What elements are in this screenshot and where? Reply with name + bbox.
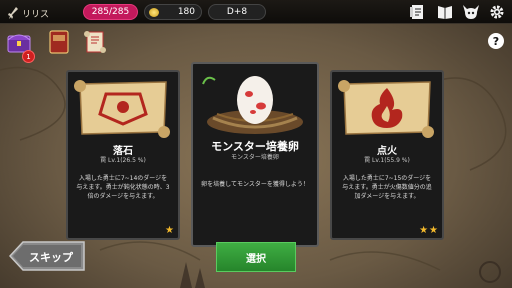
card-rating: ★ ★ — [419, 226, 438, 236]
book-icon[interactable] — [436, 3, 454, 21]
top-bar: リリス 285/285 180 D+8 — [0, 0, 512, 24]
card-trap-ignite[interactable]: 点火 罠 Lv.1(55.9 %) 入場した勇士に7~15のダージを与えます。勇… — [330, 70, 444, 240]
gold-display: 180 — [144, 4, 202, 20]
scroll-icon[interactable] — [82, 28, 108, 56]
player-name: リリス — [22, 10, 50, 20]
demon-head-icon[interactable] — [462, 3, 480, 21]
spellbook-icon[interactable] — [46, 28, 72, 56]
card-description: 入場した勇士に7~14のダージを与えます。勇士が鈍化状態の時、3倍のダメージを与… — [76, 175, 170, 200]
player-info: リリス — [8, 4, 49, 23]
card-monster-egg[interactable]: モンスター培養卵 モンスター培養卵 卵を培養してモンスターを獲得しよう！ — [191, 62, 319, 247]
card-subtitle: モンスター培養卵 — [231, 154, 279, 161]
quest-card-icon[interactable] — [408, 3, 426, 21]
select-button[interactable]: 選択 — [216, 242, 296, 272]
coin-icon — [149, 8, 159, 17]
skip-button[interactable]: スキップ — [9, 241, 85, 271]
scroll-trap-icon — [68, 74, 178, 142]
scroll-fire-icon — [332, 74, 442, 142]
card-description: 卵を培養してモンスターを獲得しよう！ — [201, 181, 309, 188]
help-button[interactable]: ? — [488, 33, 504, 49]
floor-display: D+8 — [208, 4, 266, 20]
gold-value: 180 — [177, 7, 195, 17]
skip-label: スキップ — [29, 251, 73, 264]
card-rating: ★ — [165, 226, 174, 236]
card-trap-rockfall[interactable]: 落石 罠 Lv.1(26.5 %) 入場した勇士に7~14のダージを与えます。勇… — [66, 70, 180, 240]
item-badge: 1 — [22, 50, 35, 63]
star-icon: ★ — [419, 225, 429, 236]
sword-icon — [8, 4, 18, 23]
egg-nest-icon — [193, 66, 317, 134]
star-icon: ★ — [165, 225, 174, 236]
card-subtitle: 罠 Lv.1(55.9 %) — [364, 157, 410, 164]
gear-icon[interactable] — [488, 3, 506, 21]
card-description: 入場した勇士に7~15のダージを与えます。勇士が火傷数値分の追加ダメージを与えま… — [342, 175, 432, 200]
star-icon: ★ — [429, 225, 438, 236]
hp-display: 285/285 — [83, 4, 138, 20]
card-subtitle: 罠 Lv.1(26.5 %) — [100, 157, 146, 164]
